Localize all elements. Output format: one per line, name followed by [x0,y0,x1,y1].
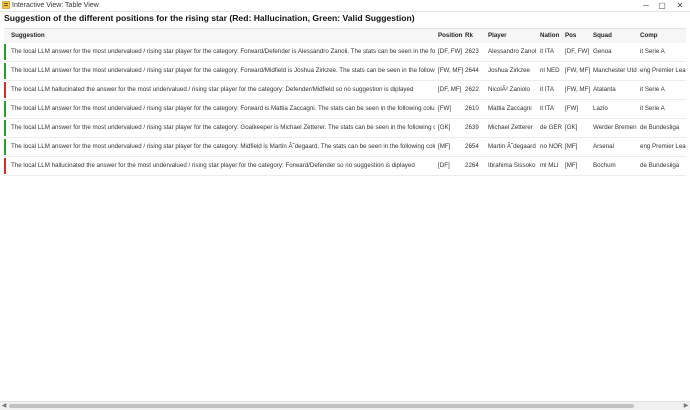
cell-squad: Werder Bremen [593,124,637,131]
cell-position: [FW] [438,105,452,112]
cell-pos: [FW, MF] [565,86,591,93]
cell-nation: de GER [540,124,563,131]
column-header-squad[interactable]: Squad [593,29,637,43]
cell-nation: it ITA [540,48,554,55]
close-button[interactable]: ✕ [673,0,687,11]
cell-comp: de Bundesliga [640,162,680,169]
cell-comp: eng Premier League [640,143,686,150]
cell-player: Ibrahima Sissoko [488,162,536,169]
cell-position: [MF] [438,143,451,150]
cell-position: [GK] [438,124,451,131]
cell-pos: [MF] [565,162,578,169]
table-row[interactable]: The local LLM hallucinated the answer fo… [4,81,686,100]
cell-rk: 2654 [465,143,479,150]
cell-comp: it Serie A [640,86,665,93]
cell-rk: 2622 [465,86,479,93]
cell-player: Joshua Zirkzee [488,67,530,74]
cell-comp: de Bundesliga [640,124,680,131]
status-indicator [4,158,6,174]
table-row[interactable]: The local LLM answer for the most underv… [4,138,686,157]
cell-squad: Lazio [593,105,608,112]
cell-player: Martin Ã˜degaard [488,143,536,150]
table-row[interactable]: The local LLM answer for the most underv… [4,43,686,62]
status-indicator [4,63,6,79]
cell-suggestion: The local LLM answer for the most underv… [11,48,435,55]
table-row[interactable]: The local LLM answer for the most underv… [4,100,686,119]
cell-player: NicolÃ² Zaniolo [488,86,530,93]
column-header-suggestion[interactable]: Suggestion [11,29,435,43]
table-row[interactable]: The local LLM answer for the most underv… [4,119,686,138]
minimize-button[interactable]: ─ [639,0,653,11]
cell-squad: Arsenal [593,143,614,150]
status-indicator [4,120,6,136]
column-header-comp[interactable]: Comp [640,29,686,43]
window-title: Interactive View: Table View [12,2,99,9]
cell-squad: Atalanta [593,86,616,93]
cell-rk: 2639 [465,124,479,131]
cell-comp: it Serie A [640,105,665,112]
maximize-button[interactable]: ▢ [655,0,669,11]
cell-suggestion: The local LLM answer for the most underv… [11,67,435,74]
cell-rk: 2644 [465,67,479,74]
cell-position: [DF, MF] [438,86,462,93]
status-indicator [4,44,6,60]
status-indicator [4,82,6,98]
cell-squad: Bochum [593,162,616,169]
cell-rk: 2623 [465,48,479,55]
table-header: Suggestion Position Rk Player Nation Pos… [4,28,686,44]
cell-position: [DF] [438,162,450,169]
status-indicator [4,139,6,155]
scrollbar-thumb[interactable] [9,404,634,408]
cell-position: [FW, MF] [438,67,463,74]
status-indicator [4,101,6,117]
column-header-nation[interactable]: Nation [540,29,564,43]
column-header-position[interactable]: Position [438,29,463,43]
window-titlebar: Interactive View: Table View ─ ▢ ✕ [0,0,690,12]
table-row[interactable]: The local LLM answer for the most underv… [4,62,686,81]
cell-suggestion: The local LLM answer for the most underv… [11,143,435,150]
column-header-player[interactable]: Player [488,29,536,43]
cell-nation: it ITA [540,86,554,93]
app-icon [2,1,10,9]
cell-pos: [DF, FW] [565,48,590,55]
cell-pos: [GK] [565,124,578,131]
column-header-rk[interactable]: Rk [465,29,485,43]
cell-rk: 2610 [465,105,479,112]
cell-player: Mattia Zaccagni [488,105,532,112]
cell-squad: Manchester Utd [593,67,637,74]
cell-comp: eng Premier League [640,67,686,74]
table-row[interactable]: The local LLM hallucinated the answer fo… [4,157,686,176]
cell-rk: 2264 [465,162,479,169]
cell-position: [DF, FW] [438,48,463,55]
cell-squad: Genoa [593,48,612,55]
cell-nation: it ITA [540,105,554,112]
cell-pos: [MF] [565,143,578,150]
cell-nation: ml MLI [540,162,559,169]
cell-nation: no NOR [540,143,563,150]
cell-suggestion: The local LLM answer for the most underv… [11,124,435,131]
cell-pos: [FW, MF] [565,67,591,74]
page-title: Suggestion of the different positions fo… [4,13,415,23]
cell-suggestion: The local LLM answer for the most underv… [11,105,435,112]
cell-comp: it Serie A [640,48,665,55]
cell-nation: nl NED [540,67,560,74]
cell-suggestion: The local LLM hallucinated the answer fo… [11,86,414,93]
cell-pos: [FW] [565,105,579,112]
cell-player: Alessandro Zanoli [488,48,536,55]
column-header-pos[interactable]: Pos [565,29,591,43]
cell-suggestion: The local LLM hallucinated the answer fo… [11,162,415,169]
cell-player: Michael Zetterer [488,124,533,131]
